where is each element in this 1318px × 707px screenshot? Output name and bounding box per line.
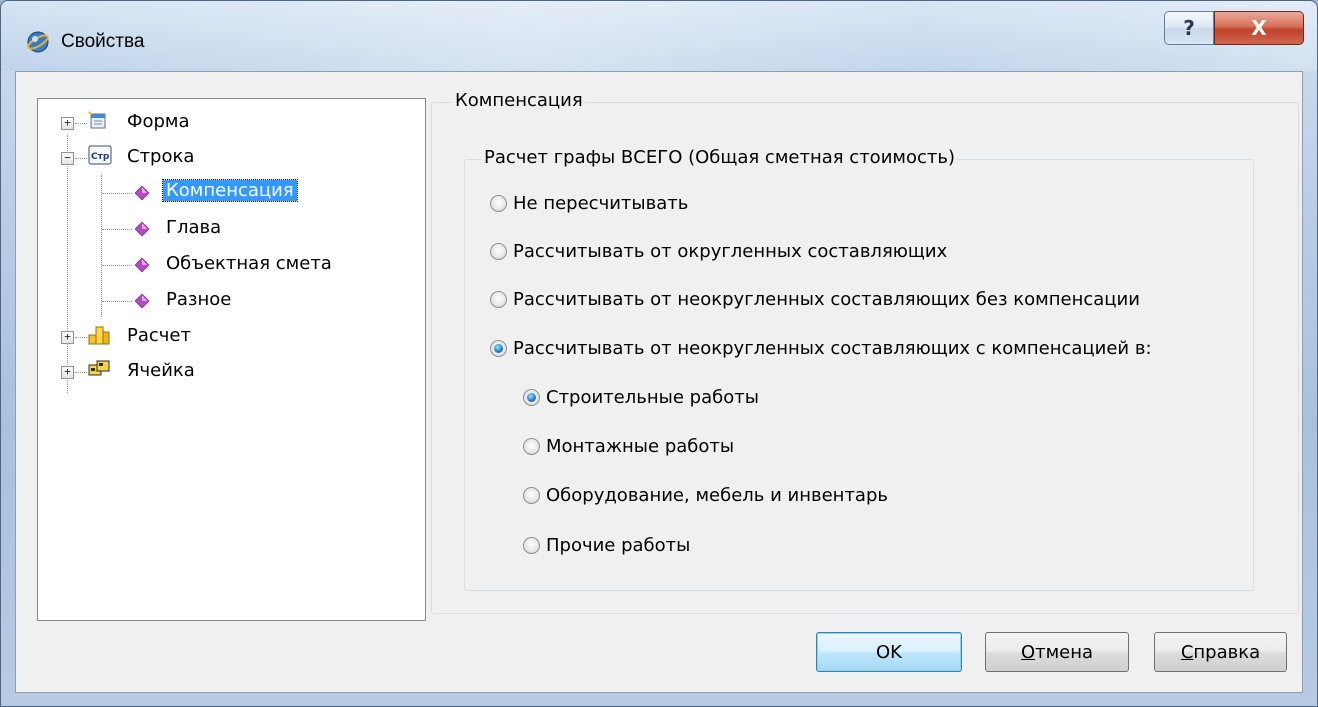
radio-label: Рассчитывать от неокругленных составляющ… bbox=[513, 338, 1152, 359]
help-mnemonic: С bbox=[1180, 641, 1194, 663]
radio-unrounded-with-comp[interactable]: Рассчитывать от неокругленных составляющ… bbox=[490, 338, 1152, 359]
close-button[interactable]: X bbox=[1214, 11, 1304, 45]
cell-icon bbox=[88, 360, 110, 376]
radio-label: Оборудование, мебель и инвентарь bbox=[546, 485, 888, 506]
ok-button[interactable]: OK bbox=[816, 632, 962, 672]
radio-icon bbox=[523, 537, 540, 554]
cancel-button[interactable]: Отмена bbox=[985, 632, 1129, 672]
gem-icon bbox=[135, 222, 149, 236]
title-bar[interactable]: Свойства ? X bbox=[1, 1, 1317, 71]
tree-item-label: Компенсация bbox=[162, 179, 298, 202]
radio-label: Рассчитывать от неокругленных составляющ… bbox=[513, 289, 1140, 310]
form-icon bbox=[88, 111, 106, 129]
radio-other-works[interactable]: Прочие работы bbox=[523, 535, 690, 556]
help-title-button[interactable]: ? bbox=[1164, 11, 1214, 45]
expand-icon[interactable]: + bbox=[61, 331, 74, 344]
close-icon: X bbox=[1251, 16, 1267, 40]
tree-item-compensation[interactable]: Компенсация bbox=[38, 177, 418, 207]
tree-item-calculation[interactable]: + Расчет bbox=[38, 321, 418, 351]
expand-icon[interactable]: + bbox=[61, 117, 74, 130]
tree-item-string[interactable]: − Стр Строка bbox=[38, 142, 418, 172]
radio-icon bbox=[523, 487, 540, 504]
radio-icon bbox=[490, 291, 507, 308]
total-column-group-title: Расчет графы ВСЕГО (Общая сметная стоимо… bbox=[482, 147, 957, 168]
gem-icon bbox=[135, 186, 149, 200]
tree-item-label: Разное bbox=[166, 289, 232, 310]
radio-label: Рассчитывать от округленных составляющих bbox=[513, 241, 948, 262]
radio-icon bbox=[490, 243, 507, 260]
radio-rounded[interactable]: Рассчитывать от округленных составляющих bbox=[490, 241, 947, 262]
tree-item-label: Глава bbox=[166, 217, 222, 238]
tree-item-chapter[interactable]: Глава bbox=[38, 213, 418, 243]
help-button[interactable]: Справка bbox=[1154, 632, 1287, 672]
radio-label: Монтажные работы bbox=[546, 436, 735, 457]
radio-installation-works[interactable]: Монтажные работы bbox=[523, 436, 734, 457]
radio-construction-works[interactable]: Строительные работы bbox=[523, 387, 759, 408]
tree-item-label: Строка bbox=[127, 146, 195, 167]
gem-icon bbox=[135, 294, 149, 308]
tree-item-misc[interactable]: Разное bbox=[38, 285, 418, 315]
radio-icon bbox=[490, 195, 507, 212]
properties-window: Свойства ? X + Форма − Стр Строка Компен… bbox=[0, 0, 1318, 707]
tree-item-label: Форма bbox=[127, 111, 190, 132]
expand-icon[interactable]: + bbox=[61, 366, 74, 379]
cancel-label: тмена bbox=[1035, 641, 1094, 663]
cancel-mnemonic: О bbox=[1020, 641, 1036, 663]
tree-item-label: Расчет bbox=[127, 325, 191, 346]
radio-equipment[interactable]: Оборудование, мебель и инвентарь bbox=[523, 485, 888, 506]
question-icon: ? bbox=[1183, 16, 1195, 40]
radio-label: Не пересчитывать bbox=[513, 193, 689, 214]
tree-item-label: Объектная смета bbox=[166, 253, 332, 274]
dialog-client-area: + Форма − Стр Строка Компенсация Глава О… bbox=[15, 71, 1303, 693]
radio-no-recalc[interactable]: Не пересчитывать bbox=[490, 193, 688, 214]
tree-item-label: Ячейка bbox=[127, 360, 195, 381]
compensation-group-title: Компенсация bbox=[453, 90, 585, 111]
window-title: Свойства bbox=[61, 31, 145, 52]
radio-label: Строительные работы bbox=[546, 387, 759, 408]
total-column-group bbox=[464, 159, 1254, 591]
tree-item-cell[interactable]: + Ячейка bbox=[38, 356, 418, 386]
tree-item-object-estimate[interactable]: Объектная смета bbox=[38, 249, 418, 279]
radio-icon bbox=[490, 340, 507, 357]
svg-text:Стр: Стр bbox=[91, 152, 110, 162]
settings-tree[interactable]: + Форма − Стр Строка Компенсация Глава О… bbox=[37, 98, 426, 621]
radio-icon bbox=[523, 389, 540, 406]
app-icon bbox=[27, 31, 49, 53]
radio-icon bbox=[523, 438, 540, 455]
tree-item-form[interactable]: + Форма bbox=[38, 107, 418, 137]
help-label: правка bbox=[1193, 641, 1261, 663]
radio-unrounded-no-comp[interactable]: Рассчитывать от неокругленных составляющ… bbox=[490, 289, 1140, 310]
collapse-icon[interactable]: − bbox=[61, 152, 74, 165]
radio-label: Прочие работы bbox=[546, 535, 691, 556]
ok-button-label: OK bbox=[876, 641, 902, 663]
string-icon: Стр bbox=[88, 145, 112, 165]
gem-icon bbox=[135, 258, 149, 272]
coins-icon bbox=[88, 326, 110, 345]
